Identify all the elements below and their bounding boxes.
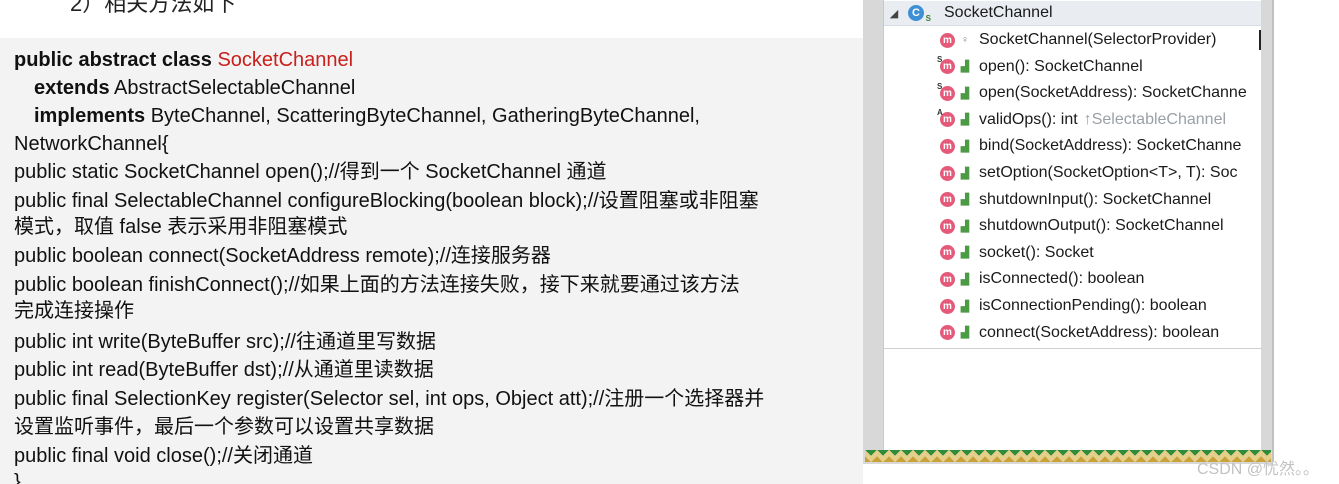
window-border bbox=[1272, 0, 1274, 462]
code-class-name: SocketChannel bbox=[217, 49, 354, 71]
tree-item-socketchannel[interactable]: ◢ CS SocketChannel bbox=[888, 1, 1053, 25]
tree-item-method[interactable]: m ♀ SocketChannel(SelectorProvider) bbox=[940, 28, 1216, 52]
method-icon: mS bbox=[937, 82, 955, 101]
code-line-class-decl: public abstract class SocketChannel bbox=[14, 48, 353, 72]
tree-item-method[interactable]: m S ▟ open(SocketAddress): SocketChanne bbox=[937, 81, 1247, 105]
method-icon: m bbox=[940, 271, 955, 287]
method-icon: m bbox=[940, 298, 955, 314]
code-keyword: public abstract class bbox=[14, 49, 212, 71]
public-visibility-icon: ▟ bbox=[960, 194, 970, 207]
code-keyword: implements bbox=[34, 105, 146, 127]
method-icon: m bbox=[940, 138, 955, 154]
text-caret bbox=[1259, 30, 1261, 50]
code-line-implements: implements ByteChannel, ScatteringByteCh… bbox=[34, 104, 700, 128]
public-visibility-icon: ▟ bbox=[960, 87, 970, 100]
public-visibility-icon: ▟ bbox=[960, 327, 970, 340]
tree-item-label: open(): SocketChannel bbox=[979, 57, 1143, 75]
tree-item-method[interactable]: m ▟ bind(SocketAddress): SocketChanne bbox=[940, 134, 1241, 158]
code-slide: public abstract class SocketChannel exte… bbox=[0, 38, 863, 484]
inherited-from-hint: ↑SelectableChannel bbox=[1083, 110, 1227, 128]
tree-item-method[interactable]: m ▟ isConnected(): boolean bbox=[940, 267, 1144, 291]
code-text: ByteChannel, ScatteringByteChannel, Gath… bbox=[150, 105, 700, 127]
public-visibility-icon: ▟ bbox=[960, 300, 970, 313]
code-line: public int write(ByteBuffer src);//往通道里写… bbox=[14, 331, 436, 353]
tree-item-label: SocketChannel bbox=[944, 4, 1053, 21]
tree-item-label: SocketChannel(SelectorProvider) bbox=[979, 31, 1217, 48]
code-line: NetworkChannel{ bbox=[14, 133, 169, 155]
public-visibility-icon: ▟ bbox=[960, 61, 970, 74]
public-visibility-icon: ▟ bbox=[960, 273, 970, 286]
tree-item-method[interactable]: m ▟ setOption(SocketOption<T>, T): Soc bbox=[940, 161, 1238, 185]
code-line: public static SocketChannel open();//得到一… bbox=[14, 161, 607, 183]
tree-item-label: isConnectionPending(): boolean bbox=[979, 297, 1207, 314]
constructor-visibility-icon: ♀ bbox=[960, 34, 970, 46]
tree-item-label: open(SocketAddress): SocketChanne bbox=[979, 84, 1247, 102]
tree-item-method[interactable]: m ▟ connect(SocketAddress): boolean bbox=[940, 321, 1219, 345]
method-icon: m bbox=[940, 218, 955, 234]
code-text: AbstractSelectableChannel bbox=[114, 77, 356, 99]
watermark: CSDN @忧然。。 bbox=[1197, 461, 1320, 478]
tree-item-label: socket(): Socket bbox=[979, 243, 1094, 261]
tree-item-label: setOption(SocketOption<T>, T): Soc bbox=[979, 164, 1238, 181]
tree-item-method[interactable]: m ▟ shutdownInput(): SocketChannel bbox=[940, 188, 1211, 212]
code-line: public boolean finishConnect();//如果上面的方法… bbox=[14, 274, 740, 296]
method-icon: m bbox=[940, 32, 955, 48]
tree-item-method[interactable]: m ▟ shutdownOutput(): SocketChannel bbox=[940, 214, 1224, 238]
code-line: public final SelectionKey register(Selec… bbox=[14, 388, 765, 410]
outline-view: ◢ CS SocketChannel m ♀ SocketChannel(Selec… bbox=[883, 0, 1261, 450]
code-line: public final SelectableChannel configure… bbox=[14, 190, 759, 212]
code-line: } bbox=[14, 471, 21, 484]
public-visibility-icon: ▟ bbox=[960, 247, 970, 260]
method-icon: mS bbox=[937, 55, 955, 75]
collapse-arrow-icon[interactable]: ◢ bbox=[888, 7, 900, 20]
code-keyword: extends bbox=[34, 77, 110, 99]
code-line: 设置监听事件，最后一个参数可以设置共享数据 bbox=[14, 416, 434, 438]
method-icon: m bbox=[940, 325, 955, 341]
class-icon: CS bbox=[908, 5, 931, 23]
tree-root-row[interactable]: ◢ CS SocketChannel bbox=[884, 1, 1261, 26]
slide-heading: 2）相关方法如下 bbox=[70, 0, 237, 16]
method-icon: mA bbox=[937, 108, 955, 128]
tree-item-label: shutdownOutput(): SocketChannel bbox=[979, 217, 1224, 235]
public-visibility-icon: ▟ bbox=[960, 114, 970, 127]
method-icon: m bbox=[940, 192, 955, 208]
tree-item-method[interactable]: m S ▟ open(): SocketChannel bbox=[937, 55, 1143, 79]
code-line: 模式，取值 false 表示采用非阻塞模式 bbox=[14, 216, 348, 238]
code-line: 完成连接操作 bbox=[14, 300, 134, 322]
public-visibility-icon: ▟ bbox=[960, 220, 970, 233]
tree-item-label: shutdownInput(): SocketChannel bbox=[979, 190, 1212, 208]
public-visibility-icon: ▟ bbox=[960, 140, 970, 153]
method-icon: m bbox=[940, 165, 955, 181]
outline-tree[interactable]: ◢ CS SocketChannel m ♀ SocketChannel(Selec… bbox=[884, 0, 1261, 349]
public-visibility-icon: ▟ bbox=[960, 167, 970, 180]
tree-item-method[interactable]: m ▟ socket(): Socket bbox=[940, 241, 1094, 265]
code-line: public int read(ByteBuffer dst);//从通道里读数… bbox=[14, 359, 434, 381]
code-line-extends: extends AbstractSelectableChannel bbox=[34, 76, 355, 100]
tree-item-method[interactable]: m A ▟ validOps(): int ↑SelectableChannel bbox=[937, 108, 1227, 132]
tree-item-label: bind(SocketAddress): SocketChanne bbox=[979, 137, 1242, 155]
tree-item-method[interactable]: m ▟ isConnectionPending(): boolean bbox=[940, 294, 1207, 318]
code-line: public final void close();//关闭通道 bbox=[14, 445, 313, 467]
tree-item-label: connect(SocketAddress): boolean bbox=[979, 323, 1220, 341]
tree-item-label: isConnected(): boolean bbox=[979, 270, 1145, 288]
code-line: public boolean connect(SocketAddress rem… bbox=[14, 245, 551, 267]
tree-item-label: validOps(): int bbox=[979, 110, 1078, 128]
method-icon: m bbox=[940, 245, 955, 261]
